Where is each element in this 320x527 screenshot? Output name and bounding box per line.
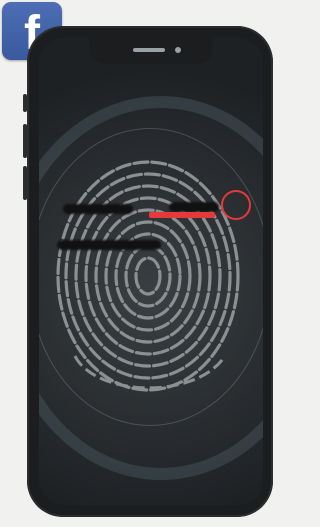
phone-screen (39, 38, 263, 505)
mute-switch (23, 94, 27, 112)
fingerprint-icon (56, 160, 240, 392)
scan-progress-bar (149, 212, 215, 218)
redacted-text-1 (63, 204, 133, 214)
scan-indicator-circle (221, 190, 251, 220)
volume-up-button (23, 124, 27, 158)
phone-device (23, 26, 273, 517)
front-camera (175, 47, 181, 53)
volume-down-button (23, 166, 27, 200)
redacted-text-2 (169, 202, 219, 212)
phone-notch (89, 38, 213, 64)
redacted-text-3 (57, 240, 161, 250)
speaker-grille (133, 48, 165, 52)
